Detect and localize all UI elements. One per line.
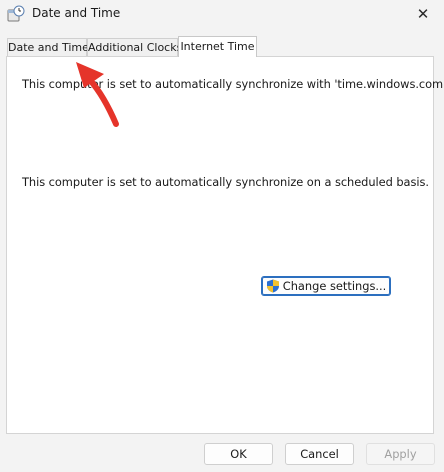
annotation-arrow-icon xyxy=(76,62,119,127)
ok-button[interactable]: OK xyxy=(204,443,273,465)
cancel-button[interactable]: Cancel xyxy=(285,443,354,465)
close-icon: ✕ xyxy=(416,5,430,23)
change-settings-button[interactable]: Change settings... xyxy=(261,276,391,296)
change-settings-label: Change settings... xyxy=(282,279,387,293)
apply-button[interactable]: Apply xyxy=(366,443,435,465)
title-bar: Date and Time ✕ xyxy=(0,0,444,30)
sync-schedule-text: This computer is set to automatically sy… xyxy=(22,175,429,189)
uac-shield-icon xyxy=(266,279,279,293)
tab-internet-time[interactable]: Internet Time xyxy=(178,36,257,57)
close-button[interactable]: ✕ xyxy=(402,0,444,28)
window-title: Date and Time xyxy=(32,6,121,20)
date-time-app-icon xyxy=(7,5,25,22)
tab-additional-clocks[interactable]: Additional Clocks xyxy=(87,38,182,56)
tab-date-and-time[interactable]: Date and Time xyxy=(7,38,89,56)
